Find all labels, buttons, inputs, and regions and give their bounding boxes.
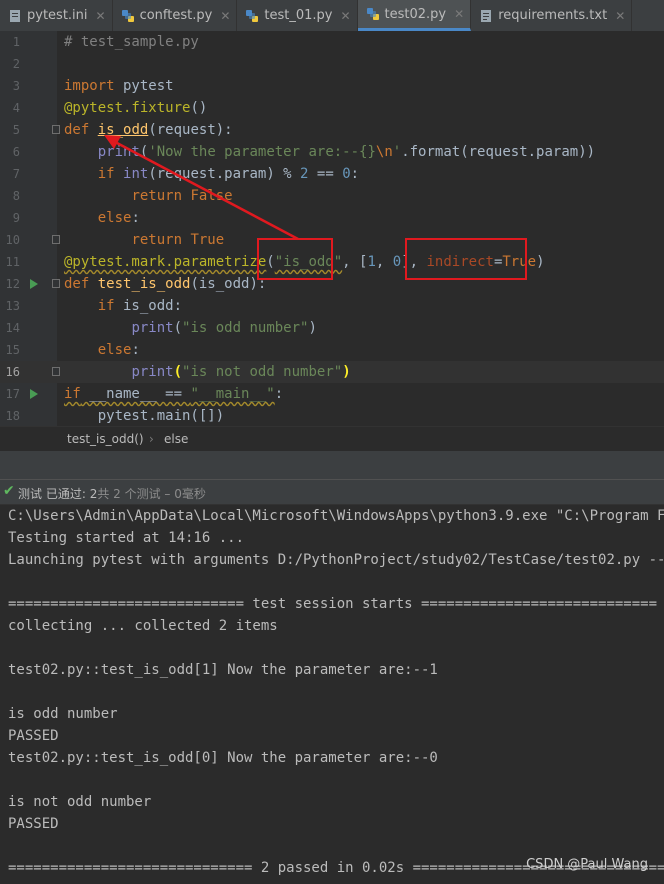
python-file-icon bbox=[246, 9, 259, 22]
console-line: Launching pytest with arguments D:/Pytho… bbox=[8, 552, 664, 568]
console-line: is odd number bbox=[8, 706, 118, 722]
console-line: test02.py::test_is_odd[0] Now the parame… bbox=[8, 750, 438, 766]
console-line: PASSED bbox=[8, 728, 59, 744]
console-output[interactable]: C:\Users\Admin\AppData\Local\Microsoft\W… bbox=[0, 505, 664, 884]
tab-label: test_01.py bbox=[264, 8, 333, 23]
breadcrumb-separator: › bbox=[149, 432, 154, 446]
tab-pytest-ini[interactable]: pytest.ini ✕ bbox=[0, 0, 113, 31]
close-icon[interactable]: ✕ bbox=[340, 9, 350, 23]
breadcrumb: test_is_odd() › else bbox=[0, 426, 664, 452]
status-detail: 共 2 个测试 – 0毫秒 bbox=[97, 487, 206, 501]
console-line: Testing started at 14:16 ... bbox=[8, 530, 245, 546]
tab-label: pytest.ini bbox=[27, 8, 88, 23]
close-icon[interactable]: ✕ bbox=[220, 9, 230, 23]
tab-test02[interactable]: test02.py ✕ bbox=[357, 0, 472, 31]
text-file-icon bbox=[481, 9, 492, 22]
breadcrumb-block[interactable]: else bbox=[164, 432, 188, 446]
tab-label: requirements.txt bbox=[498, 8, 608, 23]
tab-label: test02.py bbox=[384, 6, 447, 22]
close-icon[interactable]: ✕ bbox=[96, 9, 106, 23]
console-line: ============================ test sessio… bbox=[8, 596, 658, 612]
editor-tab-bar: pytest.ini ✕ conftest.py ✕ test_01.py ✕ … bbox=[0, 0, 664, 32]
console-line: PASSED bbox=[8, 816, 59, 832]
status-label: 测试 已通过: bbox=[18, 487, 86, 501]
code-editor[interactable]: 1 # test_sample.py 2 3 import pytest 4 @… bbox=[0, 31, 664, 426]
ini-file-icon bbox=[10, 9, 20, 22]
tab-conftest[interactable]: conftest.py ✕ bbox=[113, 0, 238, 31]
console-line: C:\Users\Admin\AppData\Local\Microsoft\W… bbox=[8, 508, 664, 524]
tab-test-01[interactable]: test_01.py ✕ bbox=[237, 0, 358, 31]
tab-label: conftest.py bbox=[139, 8, 213, 23]
console-line: test02.py::test_is_odd[1] Now the parame… bbox=[8, 662, 438, 678]
close-icon[interactable]: ✕ bbox=[615, 9, 625, 23]
console-line: collecting ... collected 2 items bbox=[8, 618, 278, 634]
python-file-icon bbox=[366, 8, 379, 20]
python-file-icon bbox=[121, 9, 134, 22]
breadcrumb-function[interactable]: test_is_odd() bbox=[67, 432, 144, 446]
panel-toolbar bbox=[0, 451, 664, 479]
tab-requirements[interactable]: requirements.txt ✕ bbox=[471, 0, 633, 31]
console-line: is not odd number bbox=[8, 794, 152, 810]
check-icon: ✔ bbox=[3, 483, 15, 499]
watermark: CSDN @Paul Wang bbox=[526, 857, 648, 872]
test-status-bar: ✔ 测试 已通过: 2共 2 个测试 – 0毫秒 bbox=[0, 479, 664, 505]
close-icon[interactable]: ✕ bbox=[454, 7, 464, 21]
annotation-arrow bbox=[104, 135, 299, 241]
